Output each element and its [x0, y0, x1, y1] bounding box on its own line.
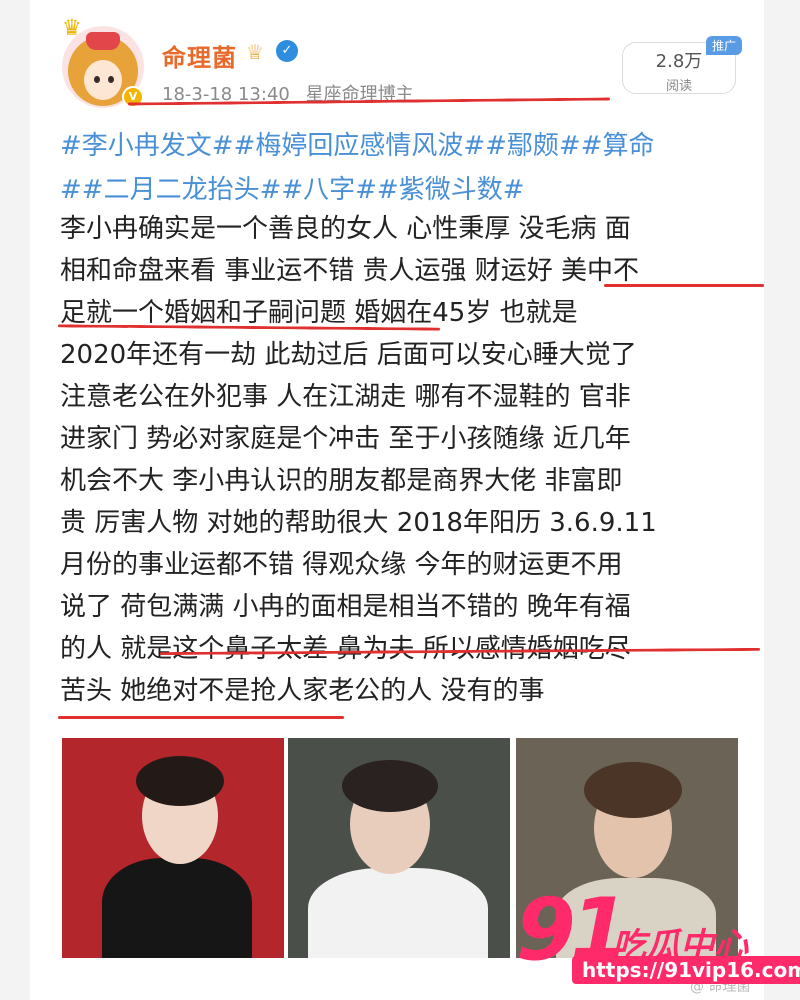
promo-tag: 推广: [706, 36, 743, 55]
body-line: 进家门 势必对家庭是个冲击 至于小孩随缘 近几年: [60, 424, 631, 454]
body-line: 李小冉确实是一个善良的女人 心性秉厚 没毛病 面: [60, 214, 631, 244]
body-line: 注意老公在外犯事 人在江湖走 哪有不湿鞋的 官非: [60, 382, 631, 412]
red-underline: [604, 284, 764, 287]
post-image[interactable]: [288, 738, 510, 958]
body-line: 苦头 她绝对不是抢人家老公的人 没有的事: [60, 676, 545, 706]
red-underline: [58, 716, 344, 719]
hashtag-line[interactable]: ##二月二龙抬头##八字##紫微斗数#: [60, 168, 740, 212]
body-line: 机会不大 李小冉认识的朋友都是商界大佬 非富即: [60, 466, 623, 496]
right-margin: [764, 0, 800, 1000]
username[interactable]: 命理菌: [162, 38, 237, 73]
vip-crown-icon: ♕: [246, 40, 264, 64]
body-line: 2020年还有一劫 此劫过后 后面可以安心睡大觉了: [60, 340, 637, 370]
weibo-post-card: ♛ V 命理菌 ♕ ✓ 18-3-18 13:40 星座命理博主 2.8万 阅读…: [30, 0, 764, 1000]
left-margin: [0, 0, 30, 1000]
post-image[interactable]: [62, 738, 284, 958]
body-line: 贵 厉害人物 对她的帮助很大 2018年阳历 3.6.9.11: [60, 508, 657, 538]
hashtags: #李小冉发文##梅婷回应感情风波##鄢颇##算命 ##二月二龙抬头##八字##紫…: [60, 124, 740, 212]
verified-badge-icon: ✓: [276, 40, 298, 62]
body-line: 月份的事业运都不错 得观众缘 今年的财运更不用: [60, 550, 623, 580]
body-line: 说了 荷包满满 小冉的面相是相当不错的 晚年有福: [60, 592, 631, 622]
crown-icon: ♛: [62, 16, 82, 41]
watermark-url: https://91vip16.com: [572, 956, 800, 984]
read-label: 阅读: [665, 79, 692, 94]
hashtag-line[interactable]: #李小冉发文##梅婷回应感情风波##鄢颇##算命: [60, 124, 740, 168]
